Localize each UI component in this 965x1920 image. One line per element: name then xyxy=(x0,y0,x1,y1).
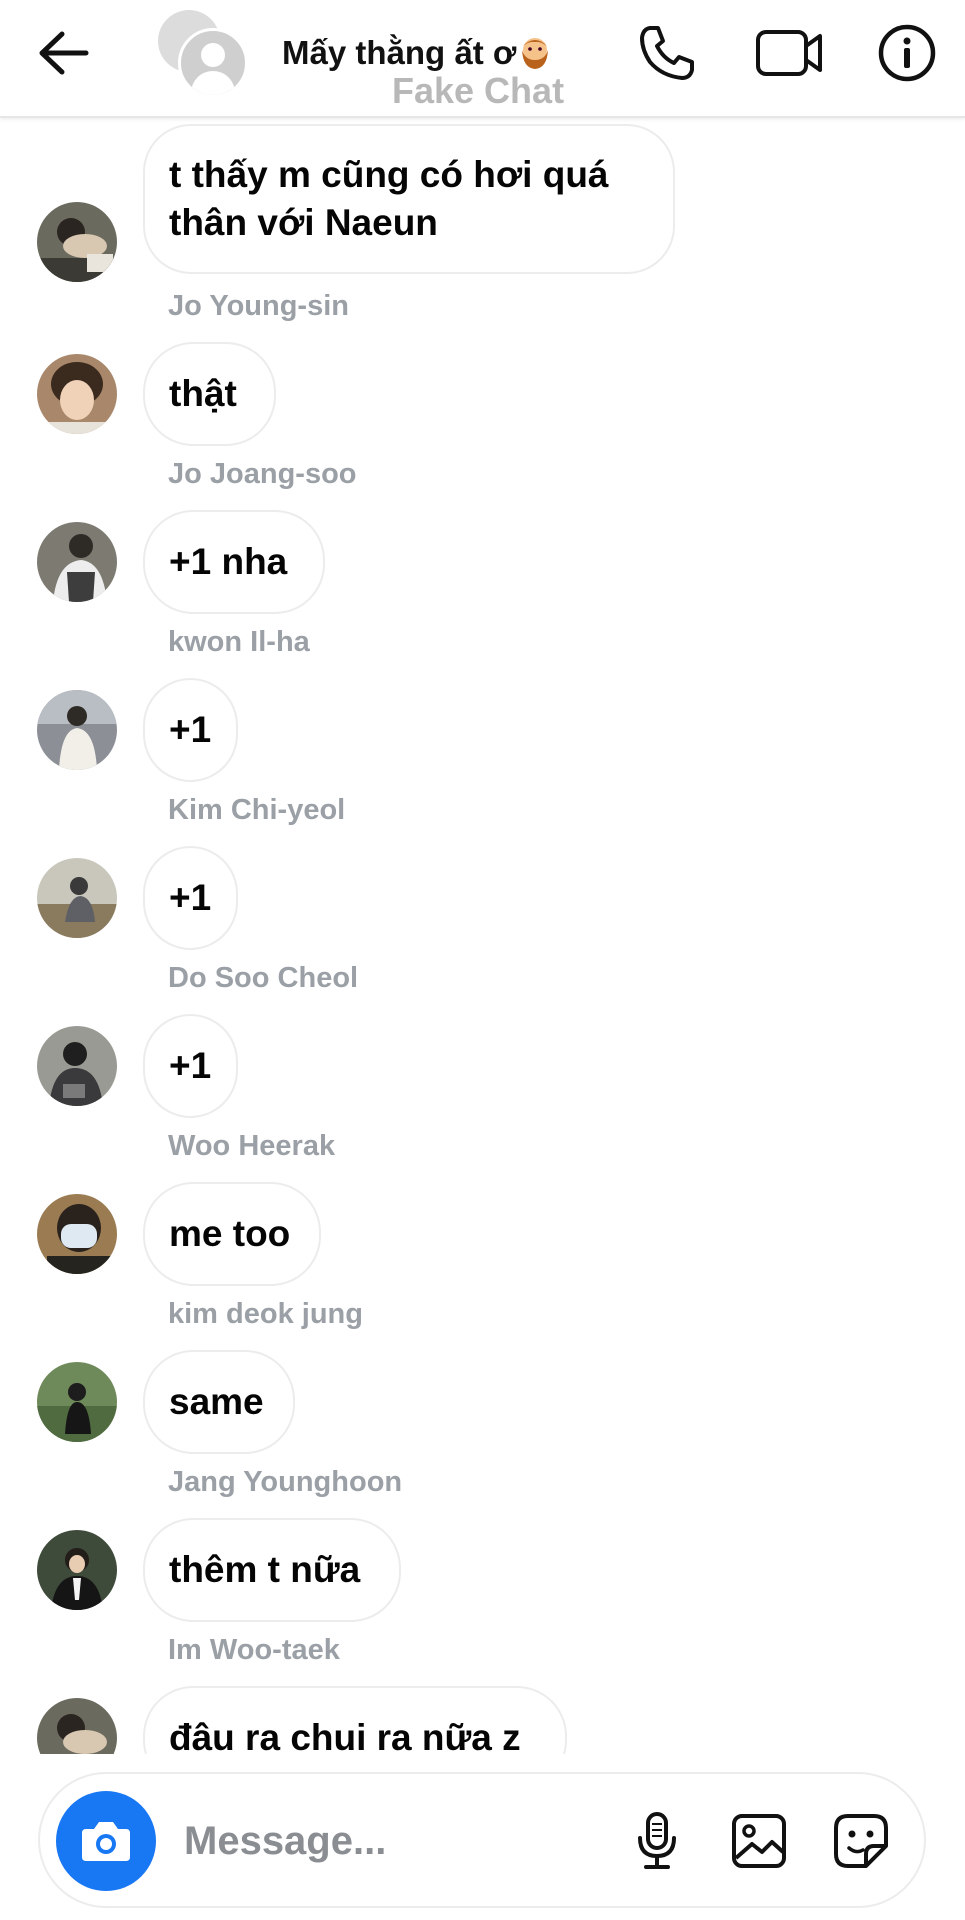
sender-name: kim deok jung xyxy=(168,1298,363,1330)
camera-button[interactable] xyxy=(56,1791,156,1891)
chat-header: Mấy thằng ất ơ Fake Chat xyxy=(0,0,965,118)
message-bubble[interactable]: +1 xyxy=(143,678,238,782)
message-bubble[interactable]: đâu ra chui ra nữa z xyxy=(143,1686,567,1754)
group-avatar[interactable] xyxy=(158,10,248,98)
avatar[interactable] xyxy=(37,1194,117,1274)
message-bubble[interactable]: same xyxy=(143,1350,295,1454)
sender-name: Jo Joang-soo xyxy=(168,458,357,490)
back-arrow-icon[interactable] xyxy=(36,28,92,78)
message-bubble[interactable]: me too xyxy=(143,1182,321,1286)
message-bubble[interactable]: +1 xyxy=(143,846,238,950)
sender-name: Do Soo Cheol xyxy=(168,962,359,994)
avatar[interactable] xyxy=(37,354,117,434)
avatar[interactable] xyxy=(37,1026,117,1106)
gallery-icon[interactable] xyxy=(728,1810,790,1872)
avatar-front xyxy=(178,28,248,98)
sender-name: Im Woo-taek xyxy=(168,1634,340,1666)
avatar[interactable] xyxy=(37,690,117,770)
chat-title-text: Mấy thằng ất ơ xyxy=(282,34,517,71)
message-bubble[interactable]: +1 xyxy=(143,1014,238,1118)
message-bubble[interactable]: thật xyxy=(143,342,276,446)
camera-icon xyxy=(82,1822,130,1861)
avatar[interactable] xyxy=(37,202,117,282)
avatar[interactable] xyxy=(37,1530,117,1610)
message-bubble[interactable]: thêm t nữa xyxy=(143,1518,401,1622)
avatar[interactable] xyxy=(37,522,117,602)
sender-name: Woo Heerak xyxy=(168,1130,336,1162)
bearded-face-emoji xyxy=(518,36,552,70)
chat-title[interactable]: Mấy thằng ất ơ xyxy=(282,34,552,72)
info-icon[interactable] xyxy=(876,22,938,84)
watermark: Fake Chat xyxy=(392,70,565,111)
message-bubble[interactable]: +1 nha xyxy=(143,510,325,614)
phone-icon[interactable] xyxy=(636,22,698,84)
sender-name: Kim Chi-yeol xyxy=(168,794,346,826)
message-list[interactable]: t thấy m cũng có hơi quá thân với Naeun … xyxy=(0,118,965,1754)
message-input[interactable] xyxy=(182,1804,586,1878)
sender-name: kwon Il-ha xyxy=(168,626,310,658)
avatar[interactable] xyxy=(37,858,117,938)
sticker-icon[interactable] xyxy=(830,1810,892,1872)
avatar[interactable] xyxy=(37,1362,117,1442)
message-bubble[interactable]: t thấy m cũng có hơi quá thân với Naeun xyxy=(143,124,675,274)
microphone-icon[interactable] xyxy=(626,1810,688,1872)
video-camera-icon[interactable] xyxy=(754,22,826,84)
sender-name: Jang Younghoon xyxy=(168,1466,403,1498)
sender-name: Jo Young-sin xyxy=(168,290,349,322)
message-composer xyxy=(38,1772,926,1908)
avatar[interactable] xyxy=(37,1698,117,1754)
